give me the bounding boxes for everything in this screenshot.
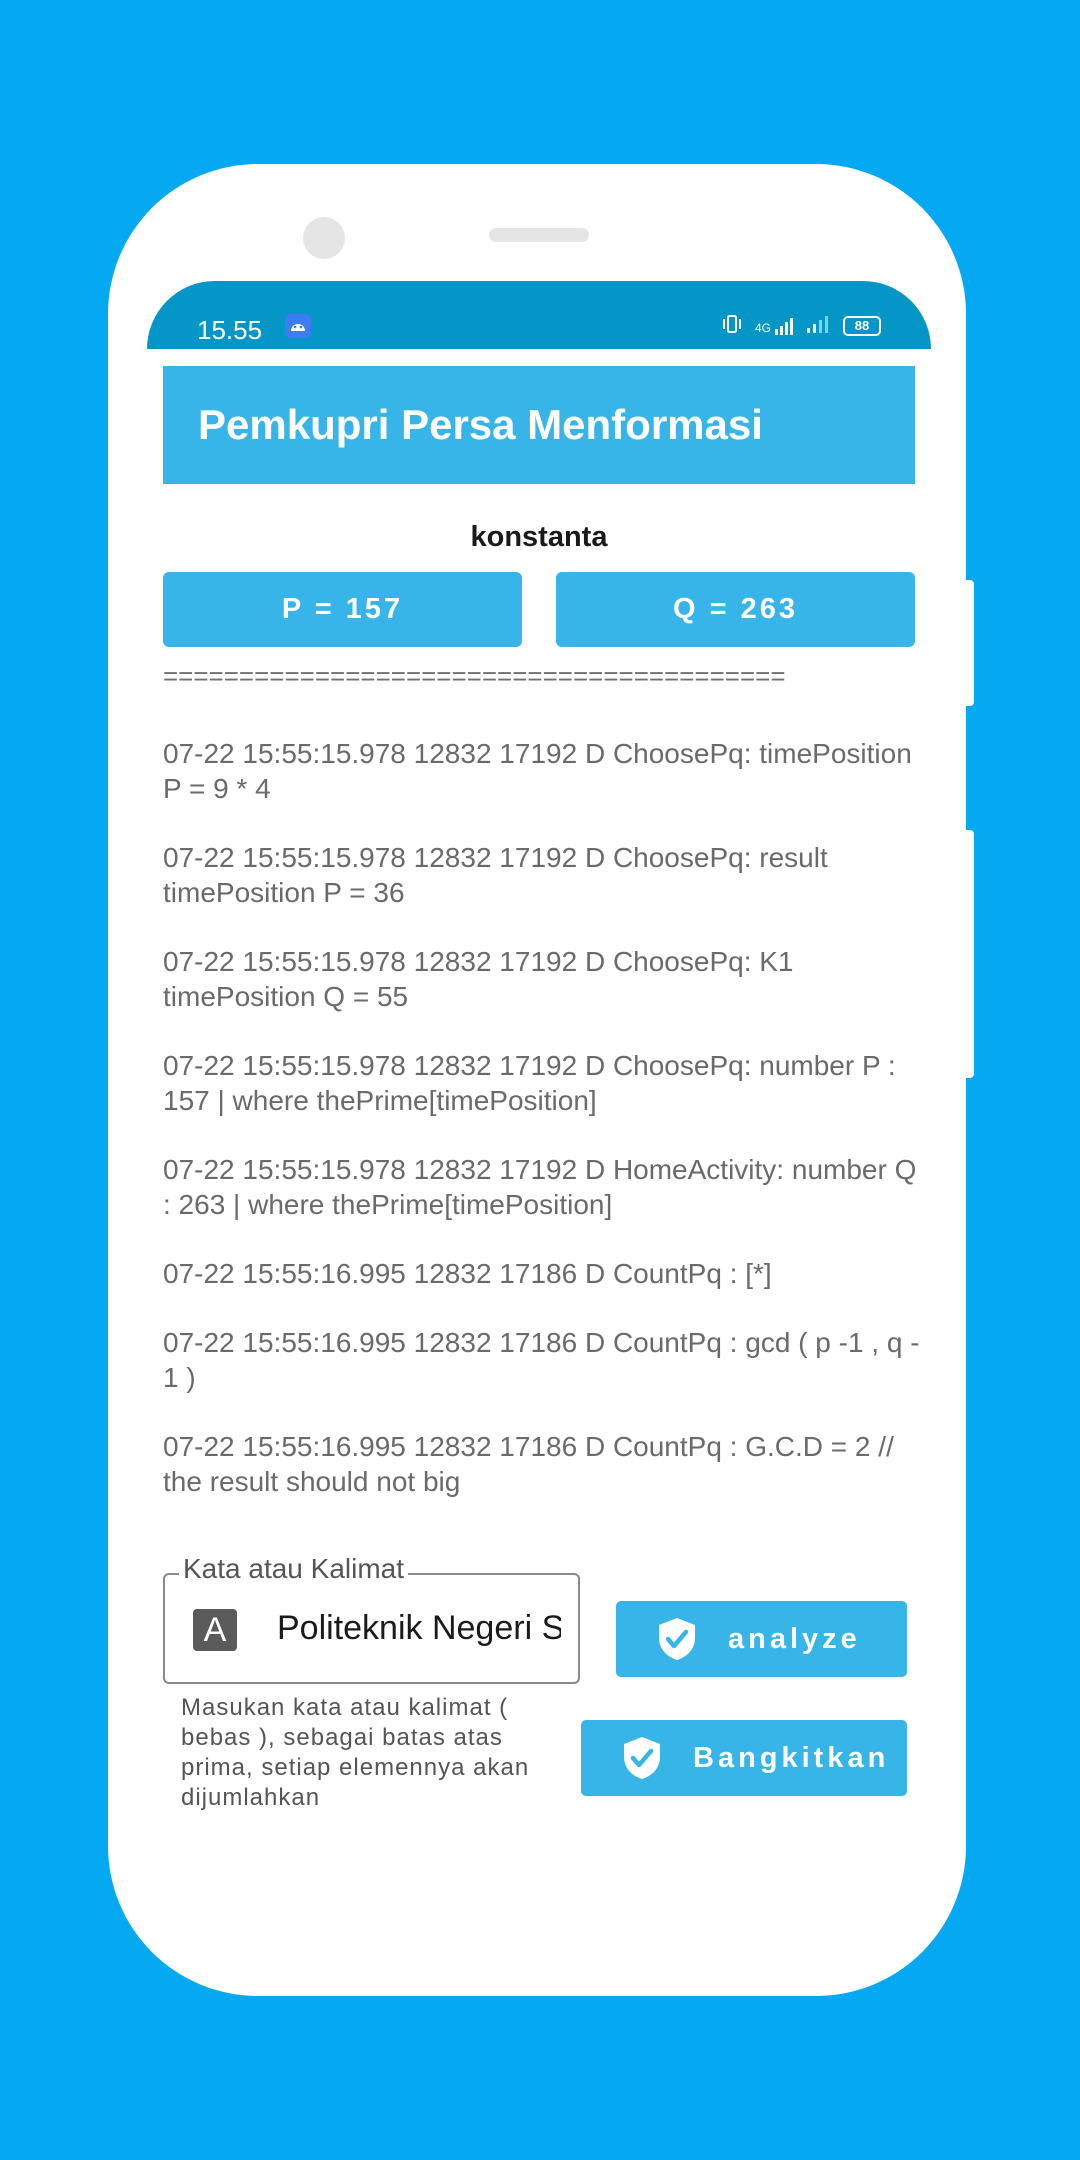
signal-4g-icon: 4G <box>755 317 795 335</box>
analyze-label: analyze <box>728 1622 861 1655</box>
text-input-value[interactable]: Politeknik Negeri S <box>277 1609 561 1648</box>
shield-check-icon <box>659 1618 695 1660</box>
log-entry: 07-22 15:55:15.978 12832 17192 D ChooseP… <box>163 946 794 1012</box>
side-button-top <box>964 580 974 706</box>
status-icons: 4G 88 <box>721 314 881 337</box>
log-entry: 07-22 15:55:15.978 12832 17192 D HomeAct… <box>163 1154 917 1220</box>
text-input-field[interactable]: Kata atau Kalimat A Politeknik Negeri S <box>163 1553 580 1684</box>
generate-button[interactable]: Bangkitkan <box>581 1720 907 1796</box>
text-format-icon: A <box>193 1609 237 1651</box>
p-constant-label: P = 157 <box>281 593 404 625</box>
log-entry: 07-22 15:55:15.978 12832 17192 D ChooseP… <box>163 738 912 804</box>
android-notification-icon <box>285 314 311 338</box>
app-title: Pemkupri Persa Menformasi <box>198 401 763 448</box>
signal-icon <box>807 315 831 336</box>
input-helper-text: Masukan kata atau kalimat ( bebas ), seb… <box>181 1694 530 1811</box>
app-title-bar: Pemkupri Persa Menformasi <box>163 366 915 484</box>
front-camera <box>303 217 345 259</box>
log-entry: 07-22 15:55:16.995 12832 17186 D CountPq… <box>163 1327 920 1393</box>
battery-icon: 88 <box>843 315 881 336</box>
log-entry: 07-22 15:55:16.995 12832 17186 D CountPq… <box>163 1431 894 1497</box>
p-constant-button[interactable]: P = 157 <box>163 572 522 647</box>
earpiece-speaker <box>489 228 589 242</box>
log-entry: 07-22 15:55:15.978 12832 17192 D ChooseP… <box>163 1050 896 1116</box>
divider-line: ========================================… <box>163 661 786 691</box>
log-entry: 07-22 15:55:15.978 12832 17192 D ChooseP… <box>163 842 828 908</box>
constants-heading: konstanta <box>470 521 608 553</box>
vibrate-icon <box>721 314 743 337</box>
q-constant-button[interactable]: Q = 263 <box>556 572 915 647</box>
app-screen: 15.55 4G 88 Pemkupri Persa Menformasi ko… <box>147 281 931 1841</box>
analyze-button[interactable]: analyze <box>616 1601 907 1677</box>
text-input-label: Kata atau Kalimat <box>179 1553 409 1585</box>
status-time: 15.55 <box>197 315 263 345</box>
q-constant-label: Q = 263 <box>673 593 798 625</box>
log-output: 07-22 15:55:15.978 12832 17192 D ChooseP… <box>163 736 923 1533</box>
side-button-bottom <box>964 830 974 1078</box>
status-bar: 15.55 4G 88 <box>147 281 931 349</box>
log-entry: 07-22 15:55:16.995 12832 17186 D CountPq… <box>163 1258 772 1289</box>
shield-check-icon <box>624 1737 660 1779</box>
network-type: 4G <box>754 320 771 335</box>
generate-label: Bangkitkan <box>693 1741 890 1774</box>
